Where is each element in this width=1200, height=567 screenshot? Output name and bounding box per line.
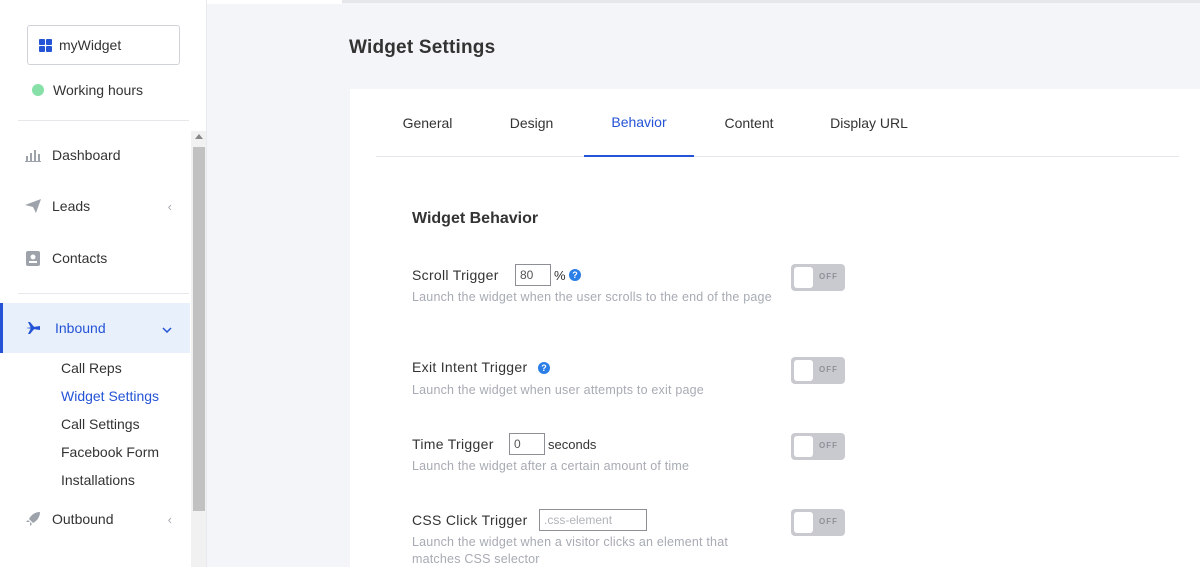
exit-intent-desc: Launch the widget when user attempts to … [412,383,704,397]
exit-intent-label: Exit Intent Trigger [412,359,528,375]
status-label: Working hours [53,82,144,98]
tab-content[interactable]: Content [694,89,804,157]
scroll-trigger-unit: % [554,268,566,283]
nav-leads-label: Leads [52,198,91,214]
time-trigger-toggle[interactable]: OFF [791,433,845,460]
nav-dashboard-label: Dashboard [52,147,121,163]
chevron-left-icon: ‹ [167,511,172,527]
sub-item-facebook-form[interactable]: Facebook Form [61,444,159,460]
tab-design[interactable]: Design [479,89,584,157]
time-trigger-label: Time Trigger [412,436,494,452]
toggle-off-label: OFF [819,365,838,374]
scroll-up-arrow-icon[interactable] [195,134,203,139]
top-strip-segment [207,0,342,4]
tab-bar: General Design Behavior Content Display … [376,89,1179,157]
scroll-trigger-input[interactable] [515,264,551,286]
sidebar: myWidget Working hours Dashboard Leads ‹… [0,0,207,567]
top-strip [207,0,1200,3]
page-title: Widget Settings [349,37,496,58]
nav-contacts[interactable]: Contacts [0,233,190,283]
time-trigger-desc: Launch the widget after a certain amount… [412,459,690,473]
nav-contacts-label: Contacts [52,250,108,266]
nav-outbound-label: Outbound [52,511,114,527]
css-click-toggle[interactable]: OFF [791,509,845,536]
question-circle-icon[interactable]: ? [569,269,581,281]
status-dot [32,84,44,96]
scroll-trigger-desc: Launch the widget when the user scrolls … [412,290,772,304]
toggle-off-label: OFF [819,517,838,526]
working-hours-status: Working hours [32,82,143,98]
css-click-desc: Launch the widget when a visitor clicks … [412,535,729,566]
tab-behavior[interactable]: Behavior [584,89,694,157]
divider [18,120,189,121]
settings-card: General Design Behavior Content Display … [350,89,1200,567]
toggle-knob [794,512,813,533]
nav-inbound[interactable]: Inbound [0,303,190,353]
css-click-label: CSS Click Trigger [412,512,528,528]
question-circle-icon[interactable]: ? [538,362,550,374]
airplane-icon [24,319,42,337]
nav-leads[interactable]: Leads ‹ [0,181,190,231]
sub-item-widget-settings[interactable]: Widget Settings [61,388,159,404]
grid-icon [39,38,53,52]
scroll-thumb[interactable] [193,147,205,511]
scroll-trigger-label: Scroll Trigger [412,267,499,283]
sub-item-call-reps[interactable]: Call Reps [61,360,122,376]
nav-inbound-label: Inbound [55,320,106,336]
scroll-trigger-toggle[interactable]: OFF [791,264,845,291]
time-trigger-input[interactable] [509,433,545,455]
tab-general[interactable]: General [376,89,479,157]
bar-chart-icon [24,146,42,164]
widget-selector[interactable]: myWidget [27,25,180,65]
exit-intent-toggle[interactable]: OFF [791,357,845,384]
sidebar-scrollbar[interactable] [191,131,206,567]
sub-item-installations[interactable]: Installations [61,472,135,488]
nav-outbound[interactable]: Outbound ‹ [0,494,190,544]
toggle-knob [794,360,813,381]
toggle-off-label: OFF [819,441,838,450]
chevron-left-icon: ‹ [167,198,172,214]
sub-item-call-settings[interactable]: Call Settings [61,416,140,432]
tab-display-url[interactable]: Display URL [804,89,934,157]
chevron-down-icon [162,321,172,336]
rocket-icon [24,510,42,528]
section-title: Widget Behavior [412,210,539,227]
contact-card-icon [24,249,42,267]
paper-plane-icon [24,197,42,215]
widget-name: myWidget [59,37,122,53]
toggle-knob [794,436,813,457]
toggle-off-label: OFF [819,272,838,281]
divider [18,293,189,294]
nav-dashboard[interactable]: Dashboard [0,130,190,180]
toggle-knob [794,267,813,288]
css-selector-input[interactable] [539,509,647,531]
time-trigger-unit: seconds [548,437,597,452]
